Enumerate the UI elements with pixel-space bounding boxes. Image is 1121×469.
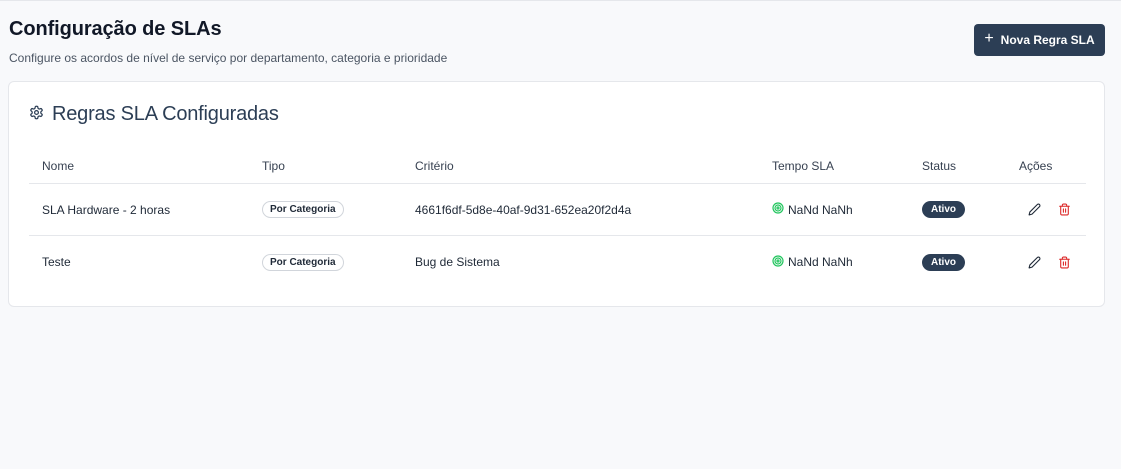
plus-icon: + — [984, 30, 994, 47]
status-cell: Ativo — [922, 184, 965, 235]
sla-rules-table: Nome Tipo Critério Tempo SLA Status Açõe… — [29, 148, 1086, 288]
trash-icon[interactable] — [1055, 201, 1073, 219]
new-sla-rule-button[interactable]: + Nova Regra SLA — [974, 24, 1105, 56]
target-icon — [772, 254, 784, 270]
actions-cell — [1019, 184, 1073, 235]
tipo-cell: Por Categoria — [262, 236, 344, 288]
sla-rules-card: Regras SLA Configuradas Nome Tipo Critér… — [8, 81, 1105, 307]
target-icon — [772, 202, 784, 217]
rule-name: SLA Hardware - 2 horas — [42, 202, 171, 217]
page-subtitle: Configure os acordos de nível de serviço… — [9, 51, 448, 65]
pencil-icon[interactable] — [1025, 253, 1043, 271]
status-badge: Ativo — [922, 253, 965, 271]
table-row[interactable]: SLA Hardware - 2 horas Por Categoria 466… — [29, 184, 1086, 236]
column-header-tempo[interactable]: Tempo SLA — [772, 148, 834, 183]
trash-icon[interactable] — [1055, 253, 1073, 271]
page-title: Configuração de SLAs — [9, 18, 222, 40]
tempo-value: NaNd NaNh — [788, 255, 853, 269]
column-header-status[interactable]: Status — [922, 148, 956, 183]
table-row[interactable]: Teste Por Categoria Bug de Sistema NaNd … — [29, 236, 1086, 288]
status-badge: Ativo — [922, 201, 965, 218]
table-header: Nome Tipo Critério Tempo SLA Status Açõe… — [29, 148, 1086, 184]
actions-cell — [1019, 236, 1073, 288]
top-divider — [0, 0, 1121, 1]
rule-criterio: 4661f6df-5d8e-40af-9d31-652ea20f2d4a — [415, 202, 632, 217]
card-title: Regras SLA Configuradas — [52, 103, 279, 125]
tempo-value: NaNd NaNh — [788, 202, 853, 217]
column-header-tipo[interactable]: Tipo — [262, 148, 285, 183]
status-cell: Ativo — [922, 236, 965, 288]
tipo-cell: Por Categoria — [262, 184, 344, 235]
gear-icon — [29, 105, 44, 125]
column-header-criterio[interactable]: Critério — [415, 148, 454, 183]
tipo-badge: Por Categoria — [262, 201, 344, 218]
page-header: Configuração de SLAs Configure os acordo… — [9, 18, 447, 65]
pencil-icon[interactable] — [1025, 201, 1043, 219]
rule-name: Teste — [42, 255, 71, 269]
column-header-nome[interactable]: Nome — [42, 148, 74, 183]
column-header-acoes: Ações — [1019, 158, 1053, 173]
new-sla-rule-label: Nova Regra SLA — [1000, 33, 1095, 47]
rule-criterio: Bug de Sistema — [415, 255, 500, 269]
tipo-badge: Por Categoria — [262, 253, 344, 271]
tempo-cell: NaNd NaNh — [772, 184, 853, 235]
card-header: Regras SLA Configuradas — [29, 103, 279, 126]
tempo-cell: NaNd NaNh — [772, 236, 853, 288]
